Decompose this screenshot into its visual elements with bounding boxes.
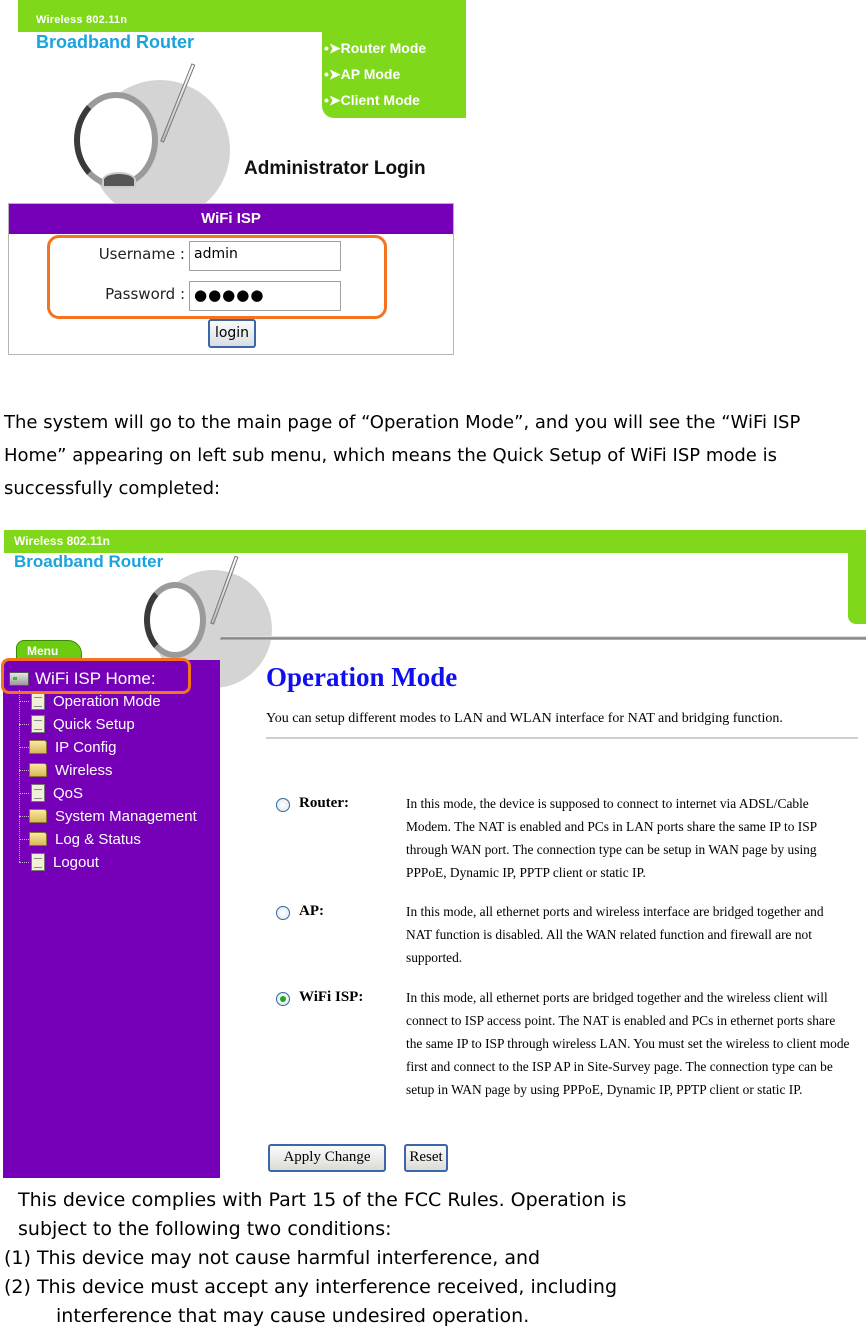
router-mode-link[interactable]: •➤Router Mode [324,35,426,61]
credentials-highlight-box [47,235,387,319]
reset-button[interactable]: Reset [404,1144,448,1172]
sidebar-item-label: IP Config [55,738,117,756]
operation-mode-screenshot: Wireless 802.11n Broadband Router Menu W… [0,530,866,1178]
document-icon [31,853,45,871]
sidebar-item-logout[interactable]: Logout [19,851,99,873]
fcc-line: interference that may cause undesired op… [56,1305,530,1327]
folder-icon [29,809,47,823]
sidebar-item-qos[interactable]: QoS [19,782,83,804]
divider [266,737,858,739]
mode-links: •➤Router Mode •➤AP Mode •➤Client Mode [324,35,426,113]
instruction-paragraph: The system will go to the main page of “… [4,412,801,499]
brand-title: Broadband Router [36,32,195,52]
mode-description: In this mode, all ethernet ports are bri… [406,990,850,1097]
brand-subtitle: Wireless 802.11n [14,534,110,548]
sidebar-menu: WiFi ISP Home: Operation Mode Quick Setu… [3,660,220,1178]
sidebar-item-system-management[interactable]: System Management [19,805,197,827]
apply-change-button[interactable]: Apply Change [268,1144,386,1172]
router-illustration-icon [68,60,230,220]
sidebar-item-log-status[interactable]: Log & Status [19,828,141,850]
sidebar-item-label: Logout [53,853,99,871]
admin-login-title: Administrator Login [244,158,426,179]
sidebar-item-ip-config[interactable]: IP Config [19,736,116,758]
folder-icon [29,763,47,777]
wifi-isp-radio[interactable] [276,992,290,1006]
folder-icon [29,740,47,754]
document-icon [31,715,45,733]
login-button[interactable]: login [208,319,256,348]
page-description: You can setup different modes to LAN and… [266,711,783,726]
mode-label: Router: [299,795,349,811]
header-divider [220,636,866,640]
ap-radio[interactable] [276,906,290,920]
client-mode-link[interactable]: •➤Client Mode [324,87,426,113]
login-header-banner: Wireless 802.11n Broadband Router •➤Rout… [18,0,466,220]
router-radio[interactable] [276,798,290,812]
page-title: Operation Mode [266,662,458,692]
mode-description: In this mode, all ethernet ports and wir… [406,904,824,965]
fcc-line: (2) This device must accept any interfer… [4,1276,618,1298]
mode-description: In this mode, the device is supposed to … [406,796,817,880]
mode-label: AP: [299,903,324,919]
main-content: Operation Mode You can setup different m… [266,660,858,1172]
mode-label: WiFi ISP: [299,989,364,1005]
ap-mode-link[interactable]: •➤AP Mode [324,61,426,87]
login-form-title: WiFi ISP [9,204,453,234]
brand-subtitle: Wireless 802.11n [36,14,128,26]
sidebar-item-label: QoS [53,784,84,802]
wifi-isp-home-highlight-box [1,658,191,694]
sidebar-item-quick-setup[interactable]: Quick Setup [19,713,135,735]
sidebar-item-label: Operation Mode [53,692,161,710]
document-icon [31,784,45,802]
sidebar-item-wireless[interactable]: Wireless [19,759,113,781]
menu-tab[interactable]: Menu [16,640,82,660]
sidebar-item-label: Log & Status [55,830,141,848]
fcc-line: subject to the following two conditions: [18,1218,392,1240]
sidebar-item-label: Wireless [55,761,113,779]
document-icon [31,692,45,710]
fcc-line: (1) This device may not cause harmful in… [4,1247,541,1269]
router-illustration-icon [140,555,272,688]
sidebar-item-label: Quick Setup [53,715,135,733]
folder-icon [29,832,47,846]
fcc-line: This device complies with Part 15 of the… [18,1189,627,1211]
sidebar-item-label: System Management [55,807,197,825]
fcc-notice: This device complies with Part 15 of the… [4,1186,864,1331]
